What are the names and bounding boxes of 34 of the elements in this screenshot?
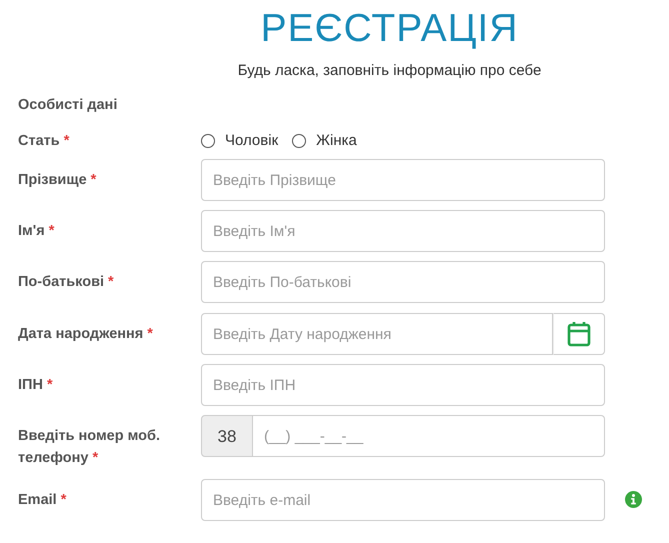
input-field[interactable]: Введіть Ім'я [201, 210, 605, 252]
required-mark: * [64, 133, 70, 150]
required-mark: * [90, 172, 96, 188]
field-label: Ім'я * [18, 223, 54, 240]
required-mark: * [46, 377, 53, 394]
required-mark: * [92, 450, 98, 466]
required-mark: * [60, 492, 66, 508]
input-field[interactable]: Введіть Прізвище [201, 159, 605, 202]
info-icon[interactable] [625, 491, 642, 508]
radio-label[interactable]: Жінка [316, 130, 357, 152]
section-heading: Особисті дані [18, 96, 118, 114]
required-mark: * [108, 274, 114, 290]
email-field[interactable]: Введіть e-mail [201, 479, 605, 522]
field-label: Введіть номер моб. телефону * [18, 428, 160, 466]
input-field[interactable]: Введіть ІПН [201, 364, 605, 406]
page-title: РЕЄСТРАЦІЯ [260, 7, 518, 51]
field-label: Прізвище * [18, 172, 96, 188]
field-label: Дата народження * [18, 326, 153, 342]
calendar-button[interactable] [553, 313, 605, 356]
field-label: Email * [18, 492, 66, 508]
field-label: ІПН * [18, 377, 53, 394]
radio-label[interactable]: Чоловік [225, 130, 278, 152]
phone-prefix: 38 [201, 415, 253, 458]
input-field[interactable]: Введіть По-батькові [201, 261, 605, 304]
required-mark: * [48, 223, 54, 240]
required-mark: * [147, 326, 153, 342]
field-label: Стать * [18, 133, 70, 150]
subtitle: Будь ласка, заповніть інформацію про себе [238, 61, 542, 81]
calendar-icon [567, 321, 591, 348]
date-field[interactable]: Введіть Дату народження [201, 313, 553, 356]
field-label: По-батькові * [18, 274, 114, 290]
radio-button[interactable] [201, 134, 215, 148]
phone-field[interactable]: (__) ___-__-__ [253, 415, 605, 458]
radio-button[interactable] [292, 134, 306, 148]
